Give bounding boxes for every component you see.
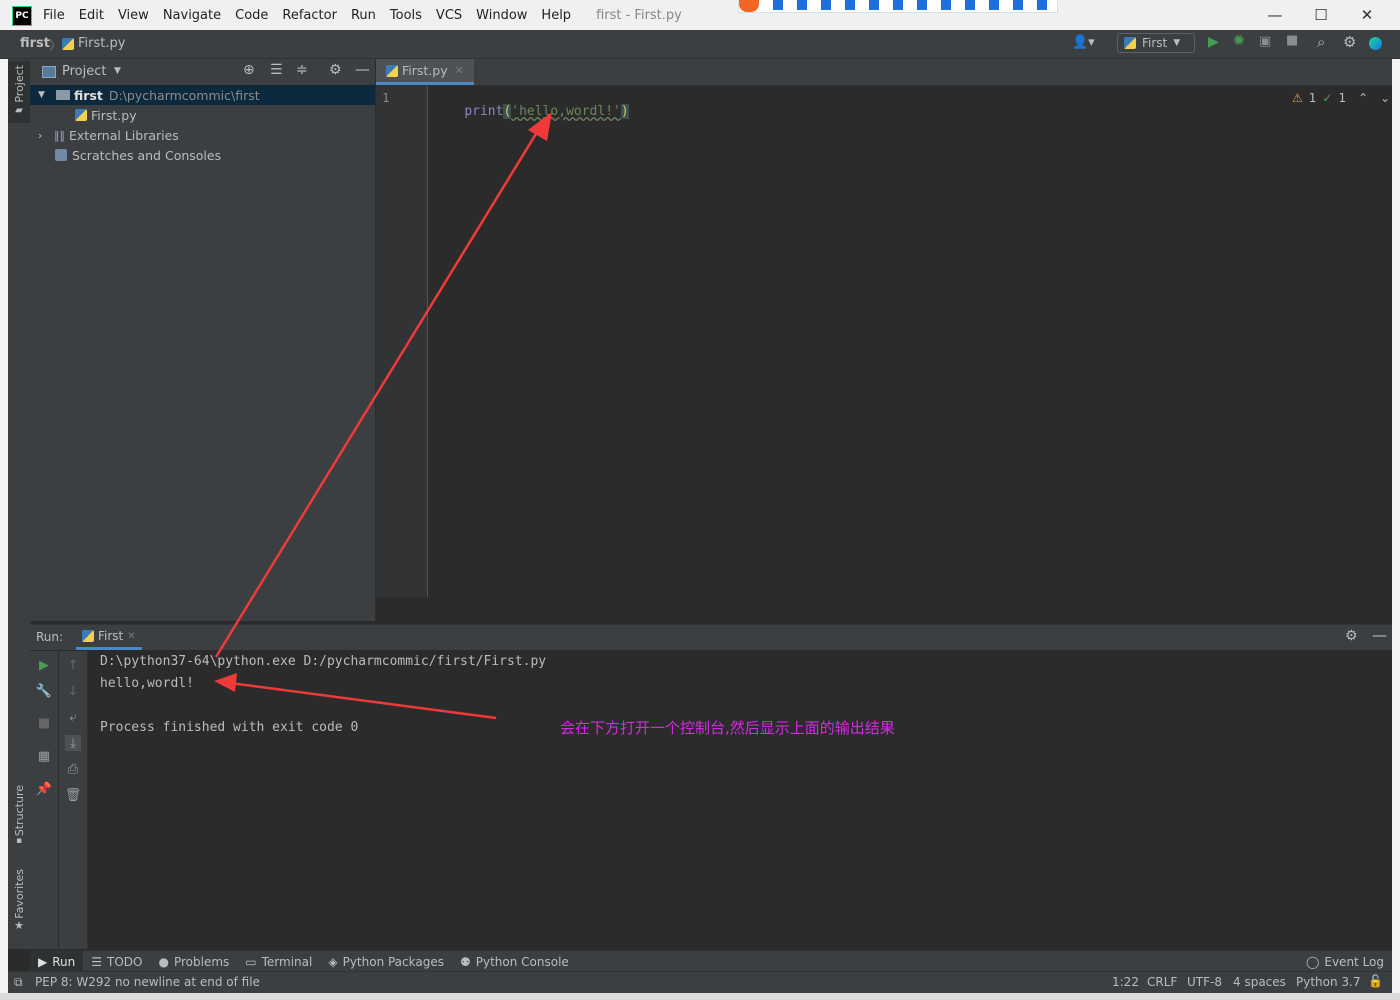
tool-tab-problems-label: Problems: [173, 954, 230, 969]
tool-tab-python-console[interactable]: ⚉ Python Console: [452, 951, 577, 972]
run-icon: ▶: [38, 954, 48, 969]
arrow-to-code: [214, 123, 544, 658]
tool-tab-terminal[interactable]: ▭ Terminal: [237, 951, 320, 972]
status-bar: ⧉ PEP 8: W292 no newline at end of file …: [8, 971, 1392, 994]
tool-tab-todo[interactable]: ☰ TODO: [83, 951, 150, 972]
arrowhead-to-output: [214, 673, 237, 692]
python-console-icon: ⚉: [459, 954, 471, 969]
layers-icon: ◈: [328, 954, 338, 969]
list-icon: ☰: [91, 954, 103, 969]
tool-tab-todo-label: TODO: [107, 954, 143, 969]
terminal-icon: ▭: [245, 954, 257, 969]
info-icon: ●: [158, 954, 169, 969]
tool-tab-run[interactable]: ▶ Run: [30, 951, 84, 972]
indent-setting[interactable]: 4 spaces: [1233, 975, 1286, 989]
bottom-tool-tabs: ▶ Run ☰ TODO ● Problems ▭ Terminal ◈ Python P…: [30, 950, 1392, 972]
tool-tab-problems[interactable]: ● Problems: [150, 951, 237, 972]
interpreter[interactable]: Python 3.7: [1296, 975, 1361, 989]
tool-tab-python-console-label: Python Console: [475, 954, 569, 969]
lock-icon[interactable]: 🔓: [1368, 974, 1383, 988]
file-encoding[interactable]: UTF-8: [1187, 975, 1222, 989]
tool-tab-python-packages[interactable]: ◈ Python Packages: [320, 951, 452, 972]
tool-tab-python-packages-label: Python Packages: [342, 954, 444, 969]
arrowhead-to-code: [528, 112, 552, 141]
event-log-icon: ◯: [1305, 954, 1320, 969]
line-separator[interactable]: CRLF: [1147, 975, 1177, 989]
tool-tab-run-label: Run: [52, 954, 76, 969]
tool-tab-terminal-label: Terminal: [261, 954, 313, 969]
bottom-window-edge: [0, 993, 1400, 1000]
event-log-label: Event Log: [1324, 954, 1384, 969]
status-message: PEP 8: W292 no newline at end of file: [35, 975, 260, 989]
panel-toggle-icon[interactable]: ⧉: [14, 975, 23, 990]
arrow-to-output: [229, 681, 497, 720]
caret-position[interactable]: 1:22: [1112, 975, 1139, 989]
annotation-arrows: [214, 112, 552, 720]
tool-tab-event-log[interactable]: ◯ Event Log: [1298, 951, 1392, 972]
